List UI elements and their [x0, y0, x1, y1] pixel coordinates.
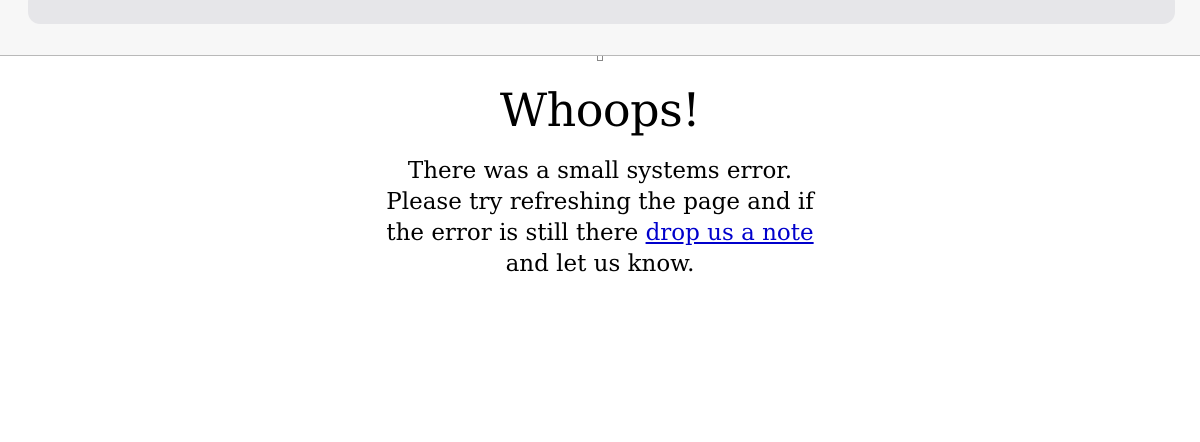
page-title: Whoops! [499, 83, 701, 137]
broken-image-icon [597, 56, 603, 61]
browser-toolbar [0, 0, 1200, 56]
error-content: Whoops! There was a small systems error.… [0, 78, 1200, 280]
error-message: There was a small systems error. Please … [370, 156, 830, 280]
error-message-tail: and let us know. [505, 251, 695, 277]
drop-us-a-note-link[interactable]: drop us a note [646, 220, 814, 246]
address-bar[interactable] [28, 0, 1175, 24]
